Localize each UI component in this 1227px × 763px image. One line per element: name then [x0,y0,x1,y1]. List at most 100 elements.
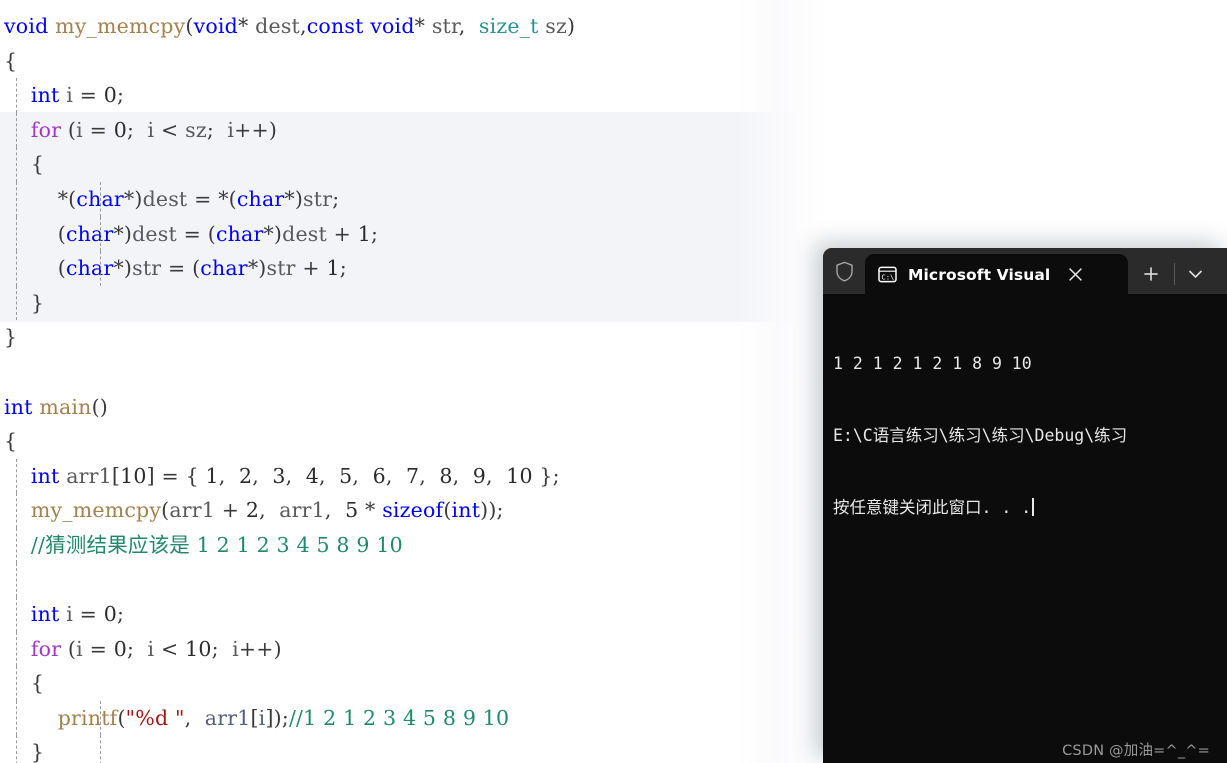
code-token: ; [117,602,125,627]
code-token: , [252,463,273,488]
code-token: ( [61,117,77,142]
indent-guide [16,458,17,494]
shield-icon [823,248,865,294]
code-token: 1 [205,463,219,488]
indent-guide [16,78,17,113]
code-token: char [65,256,114,281]
code-token: size_t [478,14,539,38]
code-token: = ( [161,256,201,281]
code-token: str [431,14,459,38]
code-token: printf [57,705,118,730]
code-token: } [30,740,45,763]
code-token: for [30,636,62,661]
chevron-down-icon[interactable] [1175,254,1215,294]
code-token: 7 [405,463,420,488]
code-line: (char*)str = (char*)str + 1; [0,251,830,286]
code-token: ; [339,256,347,281]
code-token: = ( [176,221,216,246]
code-token: *( [218,186,237,211]
code-token: 0 [113,636,127,661]
code-token: i [76,636,83,661]
code-token: *( [57,186,77,211]
code-token: { [4,48,18,73]
console-line: 1 2 1 2 1 2 1 8 9 10 [833,354,1032,373]
terminal-tab[interactable]: C:\ Microsoft Visual Studio 调试控制台 [865,254,1128,294]
code-token: 4 [305,463,320,488]
code-token: dest [255,14,300,38]
indent-guide [16,527,17,563]
code-token: ; [332,186,340,211]
code-lines[interactable]: void my_memcpy(void* dest,const void* st… [0,0,830,763]
code-token: arr1 [169,498,216,523]
code-token: { [30,152,45,177]
code-token: 0 [103,83,118,108]
code-token: my_memcpy [30,498,162,523]
indent-guide [16,181,17,217]
code-token: char [236,186,285,211]
code-token: char [65,221,114,246]
indent-guide [100,700,101,736]
code-line: int arr1[10] = { 1, 2, 3, 4, 5, 6, 7, 8,… [0,458,830,494]
code-token: ) [567,14,576,38]
code-token: 3 [272,463,286,488]
code-token: , [319,463,340,488]
code-token: , [285,463,306,488]
code-token: 5 [345,498,359,523]
code-token: sizeof [382,498,444,523]
code-token: ( [185,14,194,38]
code-token: } [30,290,45,315]
code-token: dest [142,186,188,211]
indent-guide [16,700,17,736]
indent-guide [16,216,17,252]
code-token: = [82,636,114,661]
terminal-tab-title: Microsoft Visual Studio 调试控制台 [908,266,1056,284]
console-output[interactable]: 1 2 1 2 1 2 1 8 9 10 E:\C语言练习\练习\练习\Debu… [823,294,1227,763]
code-line: int i = 0; [0,78,830,113]
close-icon[interactable] [1056,254,1094,294]
code-token: ; [371,221,379,246]
code-token: )); [480,498,504,523]
code-token: void [193,14,238,38]
code-token: str [132,256,162,281]
code-token: { [4,429,18,454]
code-token: 1 [326,256,340,281]
console-line-with-caret: 按任意键关闭此窗口. . . [833,496,1227,520]
indent-guide [100,251,101,286]
code-token: arr1 [204,705,251,730]
code-token: int [30,83,60,108]
code-token: ; [117,83,125,108]
code-line: int main() [0,390,830,425]
code-line: void my_memcpy(void* dest,const void* st… [0,9,830,44]
code-token: = [72,83,104,108]
code-token: *) [247,256,267,281]
code-token: ( [117,705,126,730]
new-tab-button[interactable] [1128,254,1174,294]
terminal-window[interactable]: C:\ Microsoft Visual Studio 调试控制台 [823,248,1227,763]
code-token: arr1 [66,463,112,488]
terminal-titlebar[interactable]: C:\ Microsoft Visual Studio 调试控制台 [823,248,1227,294]
console-line: E:\C语言练习\练习\练习\Debug\练习 [833,426,1128,445]
code-token: = [72,602,104,627]
code-token: 9 [472,463,487,488]
code-token: int [30,463,60,488]
code-token: char [200,256,248,281]
code-token: ; [211,636,233,661]
code-token: + [295,256,327,281]
code-token: str [266,256,296,281]
code-token: < [154,117,186,142]
code-token: , [259,498,280,523]
code-line: } [0,285,830,321]
code-editor[interactable]: void my_memcpy(void* dest,const void* st… [0,0,830,763]
code-line: (char*)dest = (char*)dest + 1; [0,216,830,252]
code-token: ; [126,636,148,661]
code-token: i [66,602,73,627]
code-token: ( [4,256,66,281]
code-token: "%d " [125,705,185,730]
